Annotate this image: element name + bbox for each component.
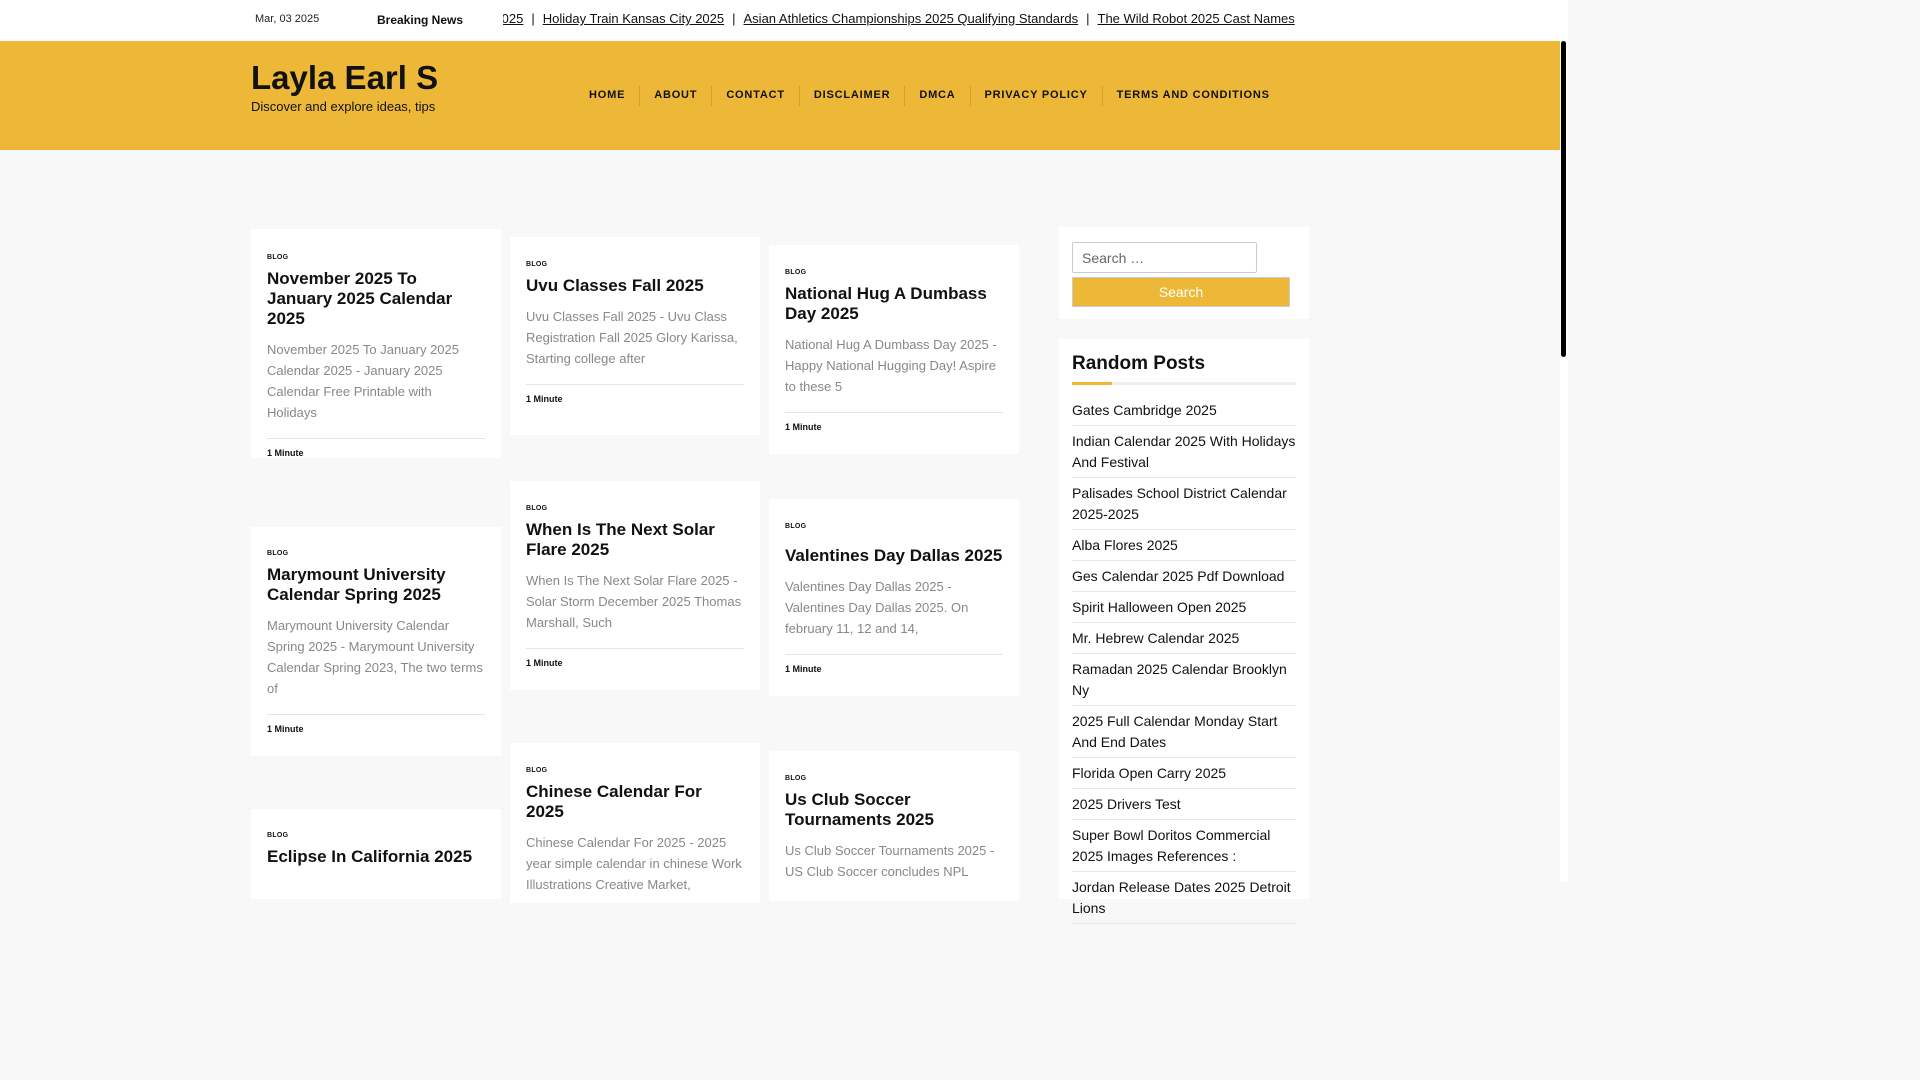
breaking-news-ticker: Snow Lab 2025 | Holiday Train Kansas City … bbox=[503, 11, 1309, 31]
main-navigation: HOME ABOUT CONTACT DISCLAIMER DMCA PRIVA… bbox=[575, 86, 1284, 106]
nav-contact[interactable]: CONTACT bbox=[711, 86, 799, 106]
post-excerpt: Marymount University Calendar Spring 202… bbox=[267, 618, 483, 696]
post-excerpt: Uvu Classes Fall 2025 - Uvu Class Regist… bbox=[526, 309, 738, 366]
random-posts-widget: Random Posts Gates Cambridge 2025 Indian… bbox=[1059, 339, 1309, 924]
post-excerpt: When Is The Next Solar Flare 2025 - Sola… bbox=[526, 573, 742, 630]
scrollbar-thumb[interactable] bbox=[1561, 41, 1566, 357]
post-category[interactable]: BLOG bbox=[267, 254, 485, 261]
nav-privacy-policy[interactable]: PRIVACY POLICY bbox=[969, 86, 1102, 106]
ticker-link[interactable]: Holiday Train Kansas City 2025 bbox=[543, 11, 724, 26]
post-title[interactable]: Eclipse In California 2025 bbox=[267, 847, 485, 867]
random-post-link[interactable]: Florida Open Carry 2025 bbox=[1072, 762, 1296, 789]
ticker-link[interactable]: The Wild Robot 2025 Cast Names bbox=[1098, 11, 1295, 26]
search-input[interactable] bbox=[1072, 242, 1257, 273]
post-excerpt: Us Club Soccer Tournaments 2025 - US Clu… bbox=[785, 843, 995, 879]
post-card: BLOG Chinese Calendar For 2025 Chinese C… bbox=[510, 743, 760, 903]
post-category[interactable]: BLOG bbox=[526, 261, 744, 268]
post-title[interactable]: Valentines Day Dallas 2025 bbox=[785, 546, 1003, 566]
random-post-link[interactable]: 2025 Drivers Test bbox=[1072, 793, 1296, 820]
nav-home[interactable]: HOME bbox=[575, 86, 639, 106]
random-post-link[interactable]: Indian Calendar 2025 With Holidays And F… bbox=[1072, 430, 1296, 478]
post-card: BLOG Us Club Soccer Tournaments 2025 Us … bbox=[769, 751, 1019, 901]
post-read-time: 1 Minute bbox=[526, 648, 744, 668]
post-card: BLOG National Hug A Dumbass Day 2025 Nat… bbox=[769, 245, 1019, 454]
site-tagline: Discover and explore ideas, tips bbox=[251, 99, 436, 114]
post-category[interactable]: BLOG bbox=[785, 269, 1003, 276]
post-read-time: 1 Minute bbox=[785, 654, 1003, 674]
random-post-link[interactable]: Ges Calendar 2025 Pdf Download bbox=[1072, 565, 1296, 592]
breaking-news-label: Breaking News bbox=[377, 13, 464, 27]
post-read-time: 1 Minute bbox=[785, 412, 1003, 432]
post-category[interactable]: BLOG bbox=[267, 550, 485, 557]
top-bar: Mar, 03 2025 Breaking News Snow Lab 2025… bbox=[0, 0, 1560, 41]
ticker-separator: | bbox=[732, 11, 736, 26]
nav-dmca[interactable]: DMCA bbox=[904, 86, 969, 106]
random-post-link[interactable]: 2025 Full Calendar Monday Start And End … bbox=[1072, 710, 1296, 758]
post-excerpt: Valentines Day Dallas 2025 - Valentines … bbox=[785, 579, 969, 636]
search-widget: Search bbox=[1059, 227, 1309, 319]
site-header: Layla Earl S Discover and explore ideas,… bbox=[0, 41, 1560, 150]
random-post-link[interactable]: Gates Cambridge 2025 bbox=[1072, 399, 1296, 426]
post-title[interactable]: National Hug A Dumbass Day 2025 bbox=[785, 284, 1003, 324]
post-category[interactable]: BLOG bbox=[785, 775, 1003, 782]
post-card: BLOG When Is The Next Solar Flare 2025 W… bbox=[510, 481, 760, 690]
post-category[interactable]: BLOG bbox=[267, 832, 485, 839]
post-card: BLOG Uvu Classes Fall 2025 Uvu Classes F… bbox=[510, 237, 760, 435]
ticker-link[interactable]: Asian Athletics Championships 2025 Quali… bbox=[744, 11, 1079, 26]
ticker-link[interactable]: Snow Lab 2025 bbox=[503, 11, 523, 26]
random-post-link[interactable]: Mr. Hebrew Calendar 2025 bbox=[1072, 627, 1296, 654]
post-title[interactable]: Uvu Classes Fall 2025 bbox=[526, 276, 744, 296]
site-title[interactable]: Layla Earl S bbox=[251, 59, 438, 97]
nav-about[interactable]: ABOUT bbox=[639, 86, 711, 106]
post-excerpt: November 2025 To January 2025 Calendar 2… bbox=[267, 342, 459, 420]
widget-title-accent bbox=[1072, 382, 1112, 385]
random-posts-list: Gates Cambridge 2025 Indian Calendar 202… bbox=[1072, 399, 1296, 928]
post-category[interactable]: BLOG bbox=[526, 505, 744, 512]
post-card: BLOG Valentines Day Dallas 2025 Valentin… bbox=[769, 499, 1019, 696]
post-title[interactable]: Marymount University Calendar Spring 202… bbox=[267, 565, 485, 605]
post-category[interactable]: BLOG bbox=[785, 523, 1003, 530]
random-post-link[interactable]: Ramadan 2025 Calendar Brooklyn Ny bbox=[1072, 658, 1296, 706]
post-title[interactable]: November 2025 To January 2025 Calendar 2… bbox=[267, 269, 485, 329]
random-post-link[interactable]: Jordan Release Dates 2025 Detroit Lions bbox=[1072, 876, 1296, 924]
random-post-link[interactable]: Spirit Halloween Open 2025 bbox=[1072, 596, 1296, 623]
page-scrollbar[interactable] bbox=[1560, 0, 1568, 882]
post-read-time: 1 Minute bbox=[526, 384, 744, 404]
post-title[interactable]: When Is The Next Solar Flare 2025 bbox=[526, 520, 744, 560]
post-card: BLOG Eclipse In California 2025 bbox=[251, 809, 501, 899]
nav-terms-and-conditions[interactable]: TERMS AND CONDITIONS bbox=[1101, 86, 1284, 106]
nav-disclaimer[interactable]: DISCLAIMER bbox=[798, 86, 904, 106]
post-excerpt: Chinese Calendar For 2025 - 2025 year si… bbox=[526, 835, 742, 892]
search-button[interactable]: Search bbox=[1072, 277, 1290, 307]
post-excerpt: National Hug A Dumbass Day 2025 - Happy … bbox=[785, 337, 997, 394]
ticker-separator: | bbox=[1086, 11, 1090, 26]
random-post-link[interactable]: Super Bowl Doritos Commercial 2025 Image… bbox=[1072, 824, 1296, 872]
widget-title: Random Posts bbox=[1072, 353, 1206, 374]
ticker-separator: | bbox=[531, 11, 535, 26]
post-read-time: 1 Minute bbox=[267, 438, 485, 458]
post-card: BLOG Marymount University Calendar Sprin… bbox=[251, 527, 501, 756]
post-read-time: 1 Minute bbox=[267, 714, 485, 734]
post-title[interactable]: Us Club Soccer Tournaments 2025 bbox=[785, 790, 1003, 830]
random-post-link[interactable]: Alba Flores 2025 bbox=[1072, 534, 1296, 561]
post-title[interactable]: Chinese Calendar For 2025 bbox=[526, 782, 744, 822]
post-category[interactable]: BLOG bbox=[526, 767, 744, 774]
post-card: BLOG November 2025 To January 2025 Calen… bbox=[251, 229, 501, 458]
current-date: Mar, 03 2025 bbox=[255, 13, 320, 25]
random-post-link[interactable]: Palisades School District Calendar 2025-… bbox=[1072, 482, 1296, 530]
